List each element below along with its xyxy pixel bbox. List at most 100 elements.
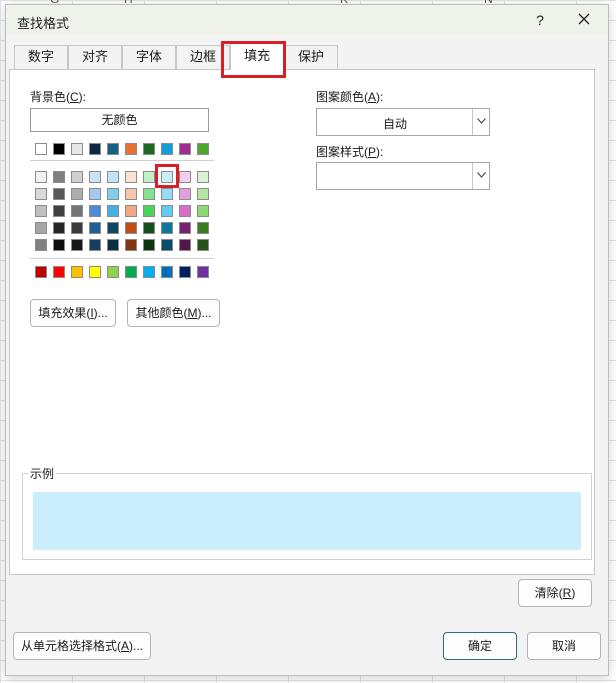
theme-shade-3-swatch-3[interactable] <box>71 205 83 217</box>
standard-swatch-7[interactable] <box>143 266 155 278</box>
help-button[interactable]: ? <box>531 11 549 29</box>
theme-shade-4-swatch-8[interactable] <box>161 222 173 234</box>
clear-button[interactable]: 清除(R) <box>518 579 592 607</box>
theme-shade-4-swatch-9[interactable] <box>179 222 191 234</box>
theme-shade-5-swatch-5[interactable] <box>107 239 119 251</box>
theme-base-swatch-4[interactable] <box>89 143 101 155</box>
tab-alignment[interactable]: 对齐 <box>68 45 122 69</box>
theme-shade-5-swatch-10[interactable] <box>197 239 209 251</box>
standard-swatch-3[interactable] <box>71 266 83 278</box>
theme-shade-3-swatch-9[interactable] <box>179 205 191 217</box>
theme-shade-3-swatch-10[interactable] <box>197 205 209 217</box>
theme-shade-4-swatch-7[interactable] <box>143 222 155 234</box>
theme-base-swatch-10[interactable] <box>197 143 209 155</box>
theme-shade-2-swatch-7[interactable] <box>143 188 155 200</box>
standard-swatch-2[interactable] <box>53 266 65 278</box>
dialog-title: 查找格式 <box>17 16 70 31</box>
theme-shade-3-swatch-2[interactable] <box>53 205 65 217</box>
theme-shade-5-swatch-7[interactable] <box>143 239 155 251</box>
sample-preview <box>33 492 581 550</box>
close-icon <box>578 13 590 25</box>
theme-shade-2-swatch-8[interactable] <box>161 188 173 200</box>
theme-shade-5-swatch-4[interactable] <box>89 239 101 251</box>
standard-swatch-5[interactable] <box>107 266 119 278</box>
theme-shade-1-swatch-3[interactable] <box>71 171 83 183</box>
sample-label: 示例 <box>28 465 57 482</box>
theme-shade-4-swatch-1[interactable] <box>35 222 47 234</box>
theme-shade-1-swatch-8[interactable] <box>161 171 173 183</box>
theme-shade-4-swatch-6[interactable] <box>125 222 137 234</box>
tab-border[interactable]: 边框 <box>176 45 230 69</box>
theme-shade-3-swatch-7[interactable] <box>143 205 155 217</box>
theme-shade-4-swatch-3[interactable] <box>71 222 83 234</box>
theme-shade-3-swatch-1[interactable] <box>35 205 47 217</box>
theme-shade-5-swatch-3[interactable] <box>71 239 83 251</box>
background-color-label: 背景色(C): <box>30 90 87 104</box>
theme-shade-5-swatch-2[interactable] <box>53 239 65 251</box>
chevron-down-icon[interactable] <box>472 109 489 135</box>
palette-divider-top <box>30 160 214 161</box>
theme-shade-4-swatch-5[interactable] <box>107 222 119 234</box>
theme-shade-5-swatch-9[interactable] <box>179 239 191 251</box>
choose-format-from-cell-button[interactable]: 从单元格选择格式(A)... <box>13 632 151 660</box>
theme-shade-5-swatch-8[interactable] <box>161 239 173 251</box>
standard-swatch-4[interactable] <box>89 266 101 278</box>
theme-shade-5-swatch-1[interactable] <box>35 239 47 251</box>
theme-shade-1-swatch-10[interactable] <box>197 171 209 183</box>
theme-shade-1-swatch-2[interactable] <box>53 171 65 183</box>
pattern-style-label: 图案样式(P): <box>316 145 384 159</box>
theme-shade-2-swatch-10[interactable] <box>197 188 209 200</box>
theme-shade-2-swatch-6[interactable] <box>125 188 137 200</box>
theme-shade-1-swatch-5[interactable] <box>107 171 119 183</box>
pattern-style-dropdown[interactable] <box>316 162 490 190</box>
theme-shade-4-swatch-2[interactable] <box>53 222 65 234</box>
fill-effects-button[interactable]: 填充效果(I)... <box>30 299 116 327</box>
palette-divider-bottom <box>30 258 214 259</box>
theme-base-swatch-1[interactable] <box>35 143 47 155</box>
theme-base-swatch-7[interactable] <box>143 143 155 155</box>
pattern-color-label: 图案颜色(A): <box>316 90 384 104</box>
theme-shade-2-swatch-5[interactable] <box>107 188 119 200</box>
standard-swatch-8[interactable] <box>161 266 173 278</box>
theme-base-swatch-2[interactable] <box>53 143 65 155</box>
theme-base-swatch-8[interactable] <box>161 143 173 155</box>
theme-shade-2-swatch-1[interactable] <box>35 188 47 200</box>
theme-shade-2-swatch-9[interactable] <box>179 188 191 200</box>
more-colors-button[interactable]: 其他颜色(M)... <box>127 299 220 327</box>
theme-shade-1-swatch-4[interactable] <box>89 171 101 183</box>
theme-shade-2-swatch-2[interactable] <box>53 188 65 200</box>
theme-base-swatch-6[interactable] <box>125 143 137 155</box>
tab-font[interactable]: 字体 <box>122 45 176 69</box>
standard-swatch-6[interactable] <box>125 266 137 278</box>
tab-protection[interactable]: 保护 <box>284 45 338 69</box>
theme-shade-2-swatch-3[interactable] <box>71 188 83 200</box>
pattern-color-value: 自动 <box>382 117 407 131</box>
theme-shade-3-swatch-8[interactable] <box>161 205 173 217</box>
standard-swatch-10[interactable] <box>197 266 209 278</box>
theme-shade-5-swatch-6[interactable] <box>125 239 137 251</box>
theme-shade-4-swatch-10[interactable] <box>197 222 209 234</box>
theme-base-swatch-9[interactable] <box>179 143 191 155</box>
theme-shade-4-swatch-4[interactable] <box>89 222 101 234</box>
tab-number[interactable]: 数字 <box>14 45 68 69</box>
theme-base-swatch-5[interactable] <box>107 143 119 155</box>
theme-shade-2-swatch-4[interactable] <box>89 188 101 200</box>
theme-shade-3-swatch-4[interactable] <box>89 205 101 217</box>
theme-shade-1-swatch-6[interactable] <box>125 171 137 183</box>
ok-button[interactable]: 确定 <box>443 632 517 660</box>
dialog-titlebar: 查找格式 ? <box>6 5 608 35</box>
pattern-color-dropdown[interactable]: 自动 <box>316 108 490 136</box>
standard-swatch-9[interactable] <box>179 266 191 278</box>
cancel-button[interactable]: 取消 <box>527 632 601 660</box>
theme-shade-1-swatch-1[interactable] <box>35 171 47 183</box>
tab-fill[interactable]: 填充 <box>230 42 284 70</box>
theme-base-swatch-3[interactable] <box>71 143 83 155</box>
theme-shade-3-swatch-5[interactable] <box>107 205 119 217</box>
theme-shade-3-swatch-6[interactable] <box>125 205 137 217</box>
standard-swatch-1[interactable] <box>35 266 47 278</box>
theme-shade-1-swatch-9[interactable] <box>179 171 191 183</box>
no-color-button[interactable]: 无颜色 <box>30 108 209 132</box>
chevron-down-icon[interactable] <box>472 163 489 189</box>
theme-shade-1-swatch-7[interactable] <box>143 171 155 183</box>
close-button[interactable] <box>572 10 596 30</box>
